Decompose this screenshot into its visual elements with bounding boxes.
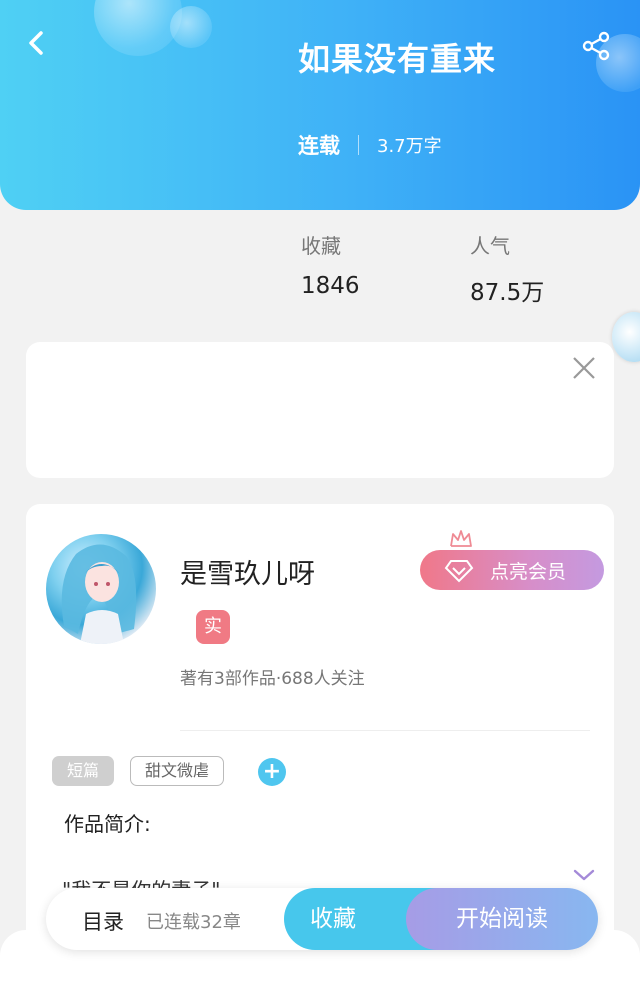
popularity-stat: 人气 87.5万	[470, 230, 544, 307]
favorites-value: 1846	[301, 273, 360, 299]
book-status-row: 连载 3.7万字	[298, 130, 442, 160]
floating-bubble-button[interactable]	[612, 312, 640, 362]
tag-sweet-angst[interactable]: 甜文微虐	[130, 756, 224, 786]
author-name[interactable]: 是雪玖儿呀	[180, 552, 315, 591]
popularity-value: 87.5万	[470, 280, 545, 306]
verified-badge: 实	[196, 610, 230, 644]
divider	[358, 135, 359, 155]
book-title: 如果没有重来	[298, 40, 497, 78]
share-icon[interactable]	[580, 30, 612, 62]
favorites-label: 收藏	[301, 234, 341, 258]
vip-button[interactable]: 点亮会员	[420, 550, 604, 590]
crown-icon	[450, 530, 472, 547]
avatar-illustration	[61, 544, 137, 644]
table-of-contents-link[interactable]: 目录	[82, 906, 124, 936]
start-reading-button[interactable]: 开始阅读	[406, 888, 598, 950]
tag-short[interactable]: 短篇	[52, 756, 114, 786]
author-meta: 著有3部作品·688人关注	[180, 669, 365, 689]
diamond-icon	[444, 560, 474, 583]
serial-status: 连载	[298, 134, 340, 158]
decor-bubble	[94, 0, 182, 56]
chapter-count: 已连载32章	[146, 912, 241, 933]
chevron-down-icon[interactable]	[572, 866, 596, 884]
bottom-action-bar: 目录 已连载32章 收藏 开始阅读	[46, 888, 598, 950]
author-avatar[interactable]	[46, 534, 156, 644]
back-icon[interactable]	[22, 28, 52, 58]
favorites-stat: 收藏 1846	[301, 230, 360, 299]
word-count: 3.7万字	[377, 136, 442, 157]
divider	[180, 730, 590, 731]
book-header: 如果没有重来 连载 3.7万字	[0, 0, 640, 210]
ad-banner	[26, 342, 614, 478]
popularity-label: 人气	[470, 234, 510, 258]
vip-button-label: 点亮会员	[490, 560, 567, 583]
plus-icon[interactable]: +	[258, 758, 286, 786]
synopsis-label: 作品简介:	[64, 812, 151, 836]
decor-bubble	[170, 6, 212, 48]
close-icon[interactable]	[570, 354, 598, 382]
